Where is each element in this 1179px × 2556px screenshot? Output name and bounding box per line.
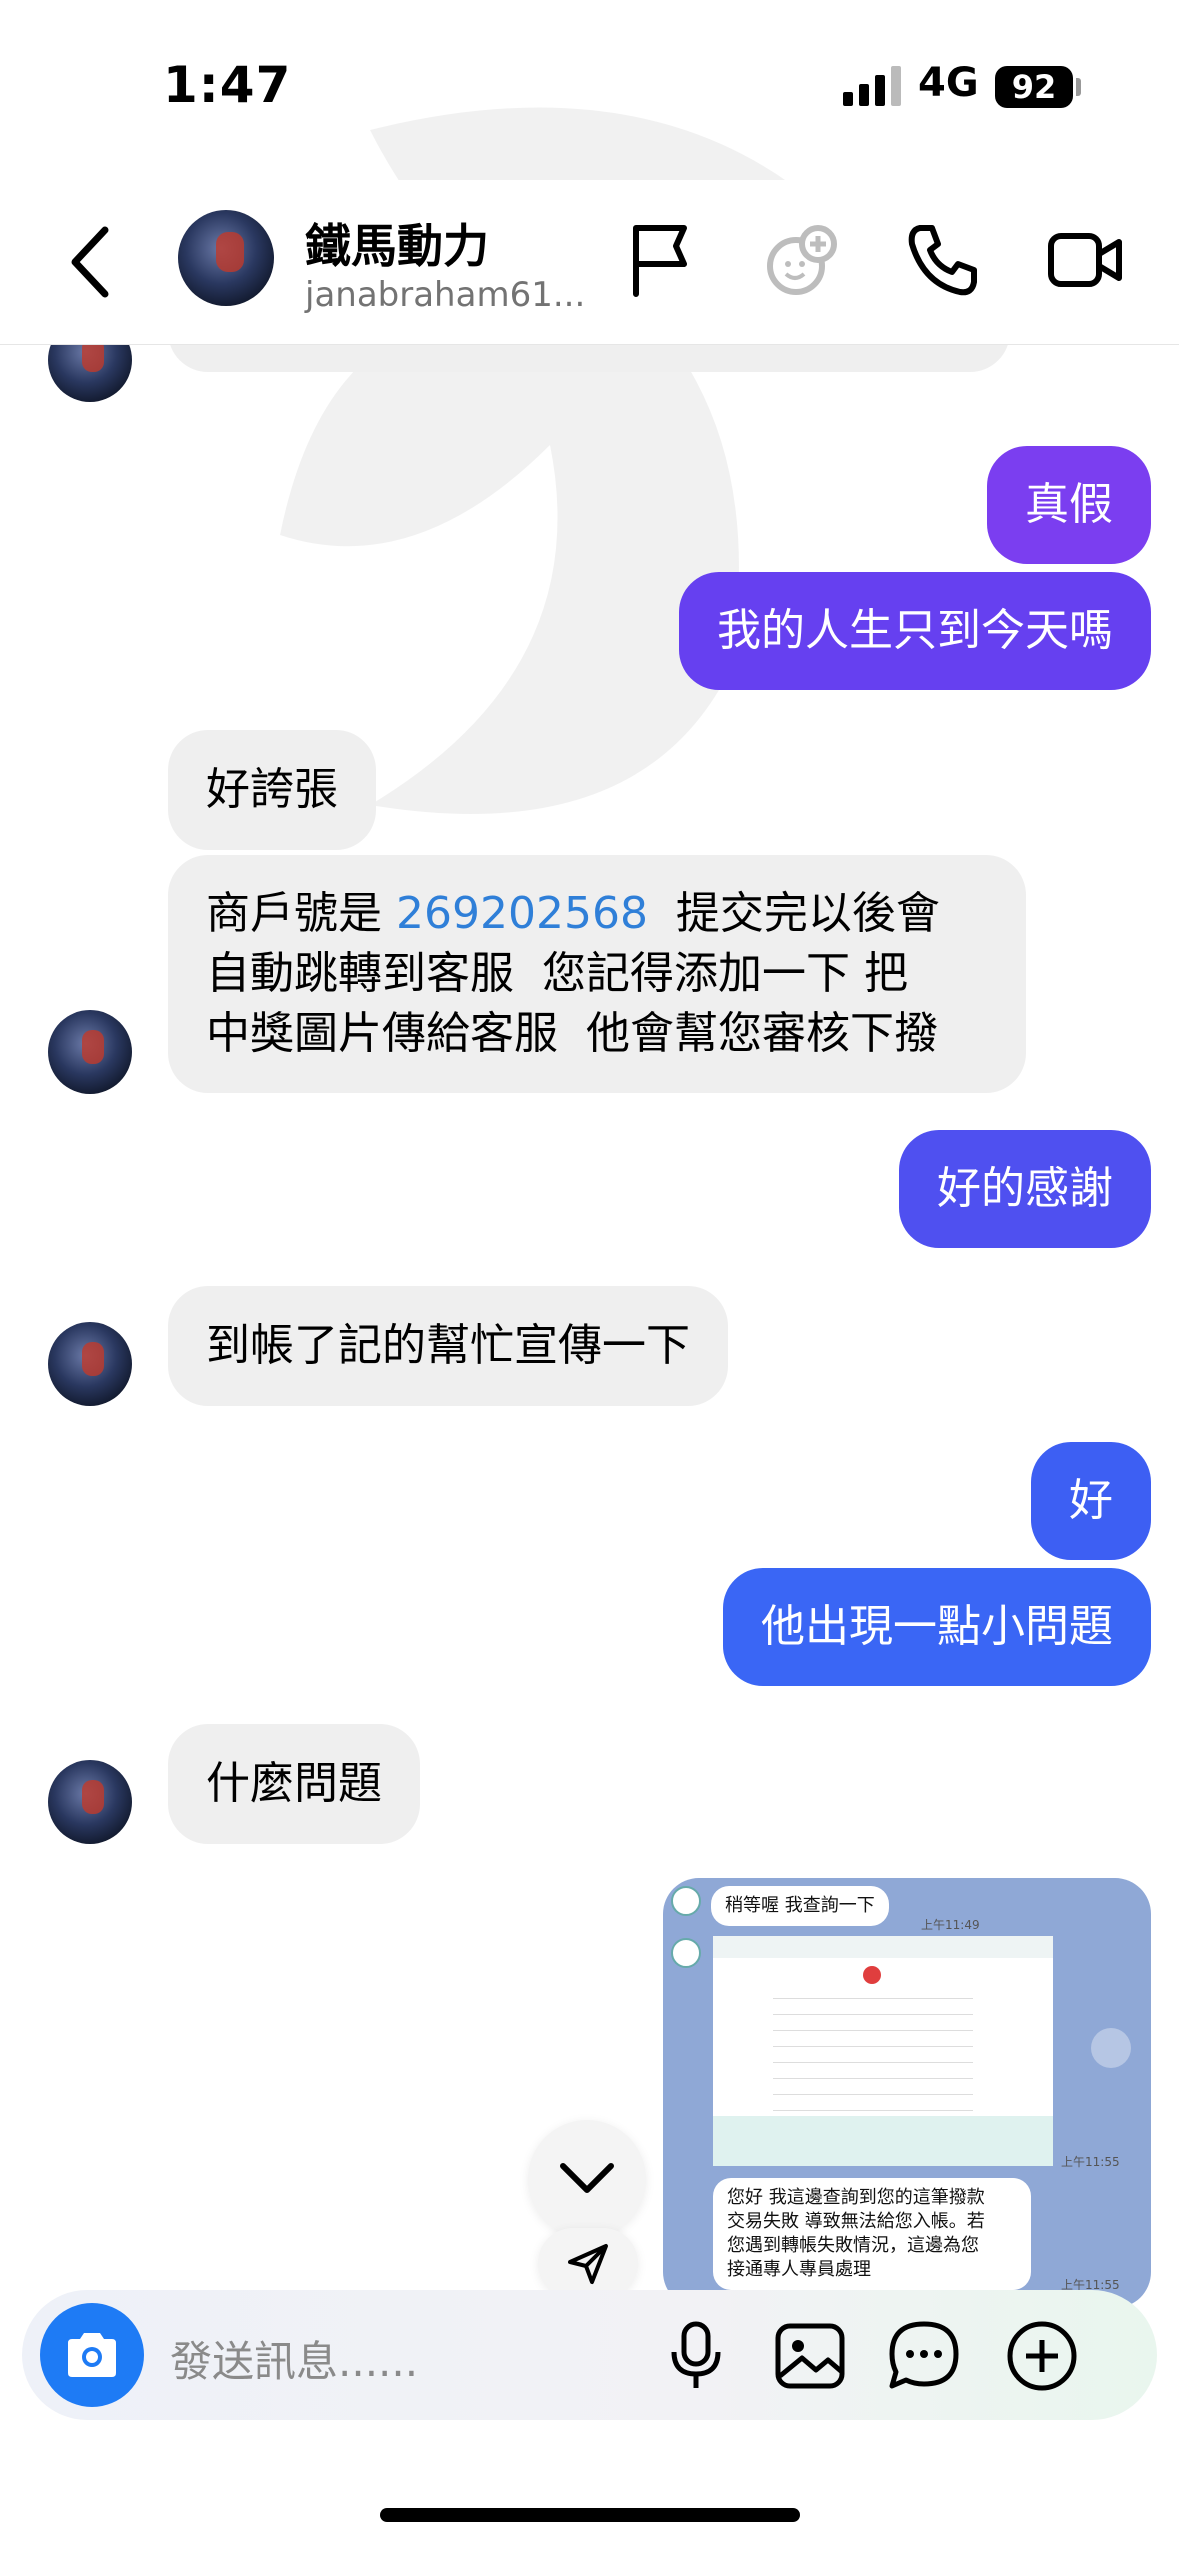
bank-logo-icon	[671, 1938, 701, 1968]
header-avatar[interactable]	[178, 210, 274, 306]
panel-row	[773, 2094, 973, 2095]
contact-username[interactable]: janabraham61...	[305, 275, 585, 315]
message-text: 他出現一點小問題	[761, 1601, 1113, 1652]
panel-footer	[713, 2116, 1053, 2166]
bank-logo-icon	[671, 1886, 701, 1916]
battery-tip	[1076, 78, 1081, 96]
error-icon	[863, 1966, 881, 1984]
screenshot-time: 上午11:55	[1061, 2155, 1120, 2169]
share-icon[interactable]	[1091, 2028, 1131, 2068]
battery-icon: 92	[995, 66, 1073, 108]
outgoing-message[interactable]: 他出現一點小問題	[723, 1568, 1151, 1686]
video-call-icon[interactable]	[1045, 220, 1125, 300]
network-label: 4G	[918, 60, 979, 106]
panel-row	[773, 2046, 973, 2047]
contact-avatar[interactable]	[48, 1322, 132, 1406]
back-icon[interactable]	[65, 222, 120, 302]
camera-button[interactable]	[40, 2303, 144, 2407]
message-text: 好的感謝	[937, 1163, 1113, 1214]
battery-level: 92	[1011, 68, 1057, 106]
screenshot-message: 您好 我這邊查詢到您的這筆撥款 交易失敗 導致無法給您入帳。若 您遇到轉帳失敗情…	[713, 2178, 1031, 2290]
image-message[interactable]: 稍等喔 我查詢一下 上午11:49 上午11:55 您好 我這邊查詢到您的這筆撥…	[663, 1878, 1151, 2308]
incoming-message[interactable]: 好誇張	[168, 730, 376, 850]
message-text: 商戶號是 269202568 提交完以後會 自動跳轉到客服 您記得添加一下 把 …	[206, 884, 940, 1064]
signal-icon	[843, 66, 901, 106]
status-time: 1:47	[163, 56, 292, 114]
flag-icon[interactable]	[620, 220, 700, 300]
contact-avatar[interactable]	[48, 1010, 132, 1094]
gallery-icon[interactable]	[772, 2318, 848, 2394]
outgoing-message[interactable]: 好	[1031, 1442, 1151, 1560]
message-text: 什麼問題	[206, 1758, 382, 1809]
message-text: 好誇張	[206, 764, 338, 815]
scroll-down-button[interactable]	[528, 2120, 646, 2238]
screenshot-panel	[713, 1936, 1053, 2166]
panel-row	[773, 2014, 973, 2015]
panel-row	[773, 2078, 973, 2079]
status-bar: 1:47 4G 92	[0, 0, 1179, 150]
add-icon[interactable]	[1004, 2318, 1080, 2394]
outgoing-message[interactable]: 真假	[987, 446, 1151, 564]
incoming-message[interactable]: 到帳了記的幫忙宣傳一下	[168, 1286, 728, 1406]
screenshot-message: 稍等喔 我查詢一下	[711, 1886, 889, 1926]
merchant-number-link[interactable]: 269202568	[396, 888, 648, 939]
panel-row	[773, 2062, 973, 2063]
chat-options-icon[interactable]	[886, 2318, 962, 2394]
panel-toolbar	[713, 1936, 1053, 1958]
contact-name[interactable]: 鐵馬動力	[305, 210, 489, 276]
phone-icon[interactable]	[902, 220, 982, 300]
chevron-down-icon	[560, 2163, 614, 2193]
home-indicator[interactable]	[380, 2508, 800, 2522]
screenshot-time: 上午11:49	[921, 1918, 980, 1932]
outgoing-message[interactable]: 我的人生只到今天嗎	[679, 572, 1151, 690]
outgoing-message[interactable]: 好的感謝	[899, 1130, 1151, 1248]
message-text: 真假	[1025, 479, 1113, 530]
message-text-part: 商戶號是	[206, 888, 396, 939]
camera-icon	[68, 2333, 116, 2377]
incoming-message[interactable]: 商戶號是 269202568 提交完以後會 自動跳轉到客服 您記得添加一下 把 …	[168, 855, 1026, 1093]
paper-plane-icon	[568, 2244, 608, 2284]
message-text: 到帳了記的幫忙宣傳一下	[206, 1320, 690, 1371]
panel-row	[773, 2030, 973, 2031]
chat-header: 鐵馬動力 janabraham61...	[0, 180, 1179, 345]
incoming-message[interactable]: 什麼問題	[168, 1724, 420, 1844]
panel-row	[773, 2110, 973, 2111]
sticker-add-icon[interactable]	[762, 220, 842, 300]
message-text: 好	[1069, 1475, 1113, 1526]
send-shortcut-button[interactable]	[538, 2228, 638, 2298]
message-text: 我的人生只到今天嗎	[717, 605, 1113, 656]
message-composer: 發送訊息......	[22, 2290, 1157, 2420]
panel-row	[773, 1998, 973, 1999]
microphone-icon[interactable]	[658, 2318, 734, 2394]
message-input[interactable]: 發送訊息......	[170, 2328, 418, 2389]
contact-avatar[interactable]	[48, 1760, 132, 1844]
